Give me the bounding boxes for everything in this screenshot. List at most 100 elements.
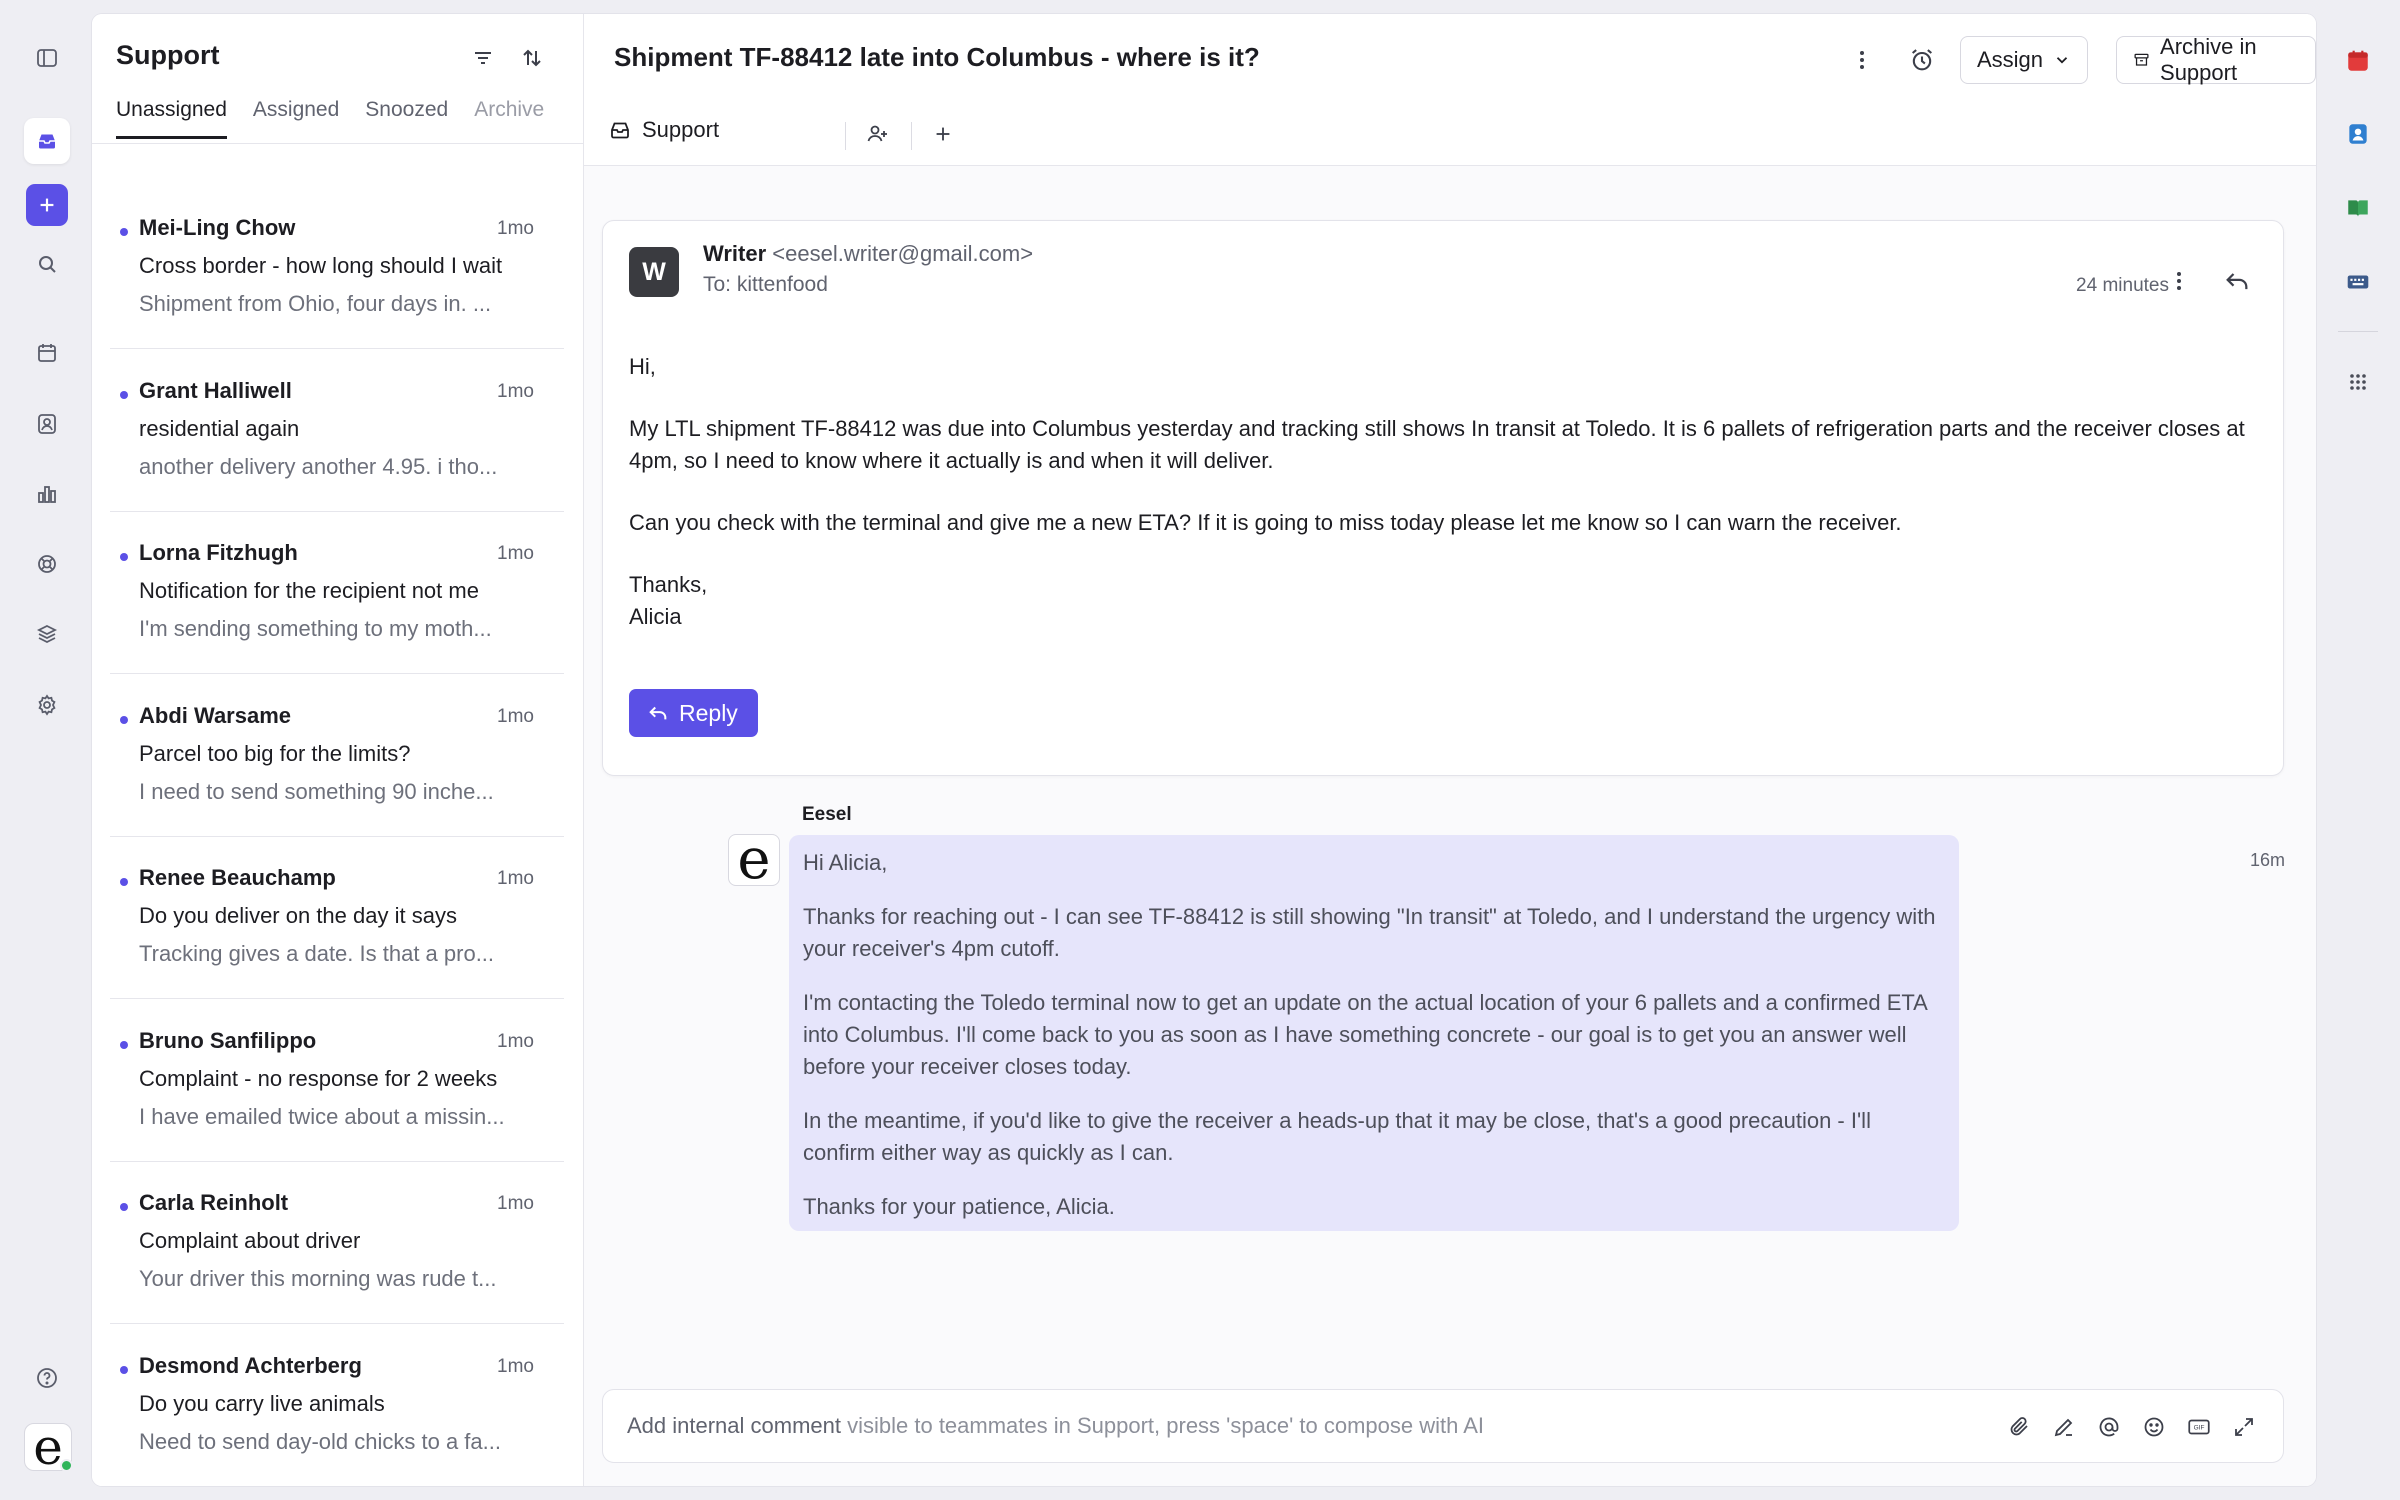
conversation-preview: Need to send day-old chicks to a fa...: [139, 1429, 501, 1454]
divider: [2338, 331, 2378, 332]
signature-pen-icon[interactable]: [2046, 1409, 2082, 1445]
conversation-name: Carla Reinholt: [139, 1190, 289, 1215]
sort-icon[interactable]: [514, 40, 550, 76]
sidebar-toggle-icon[interactable]: [24, 35, 70, 81]
tab-assigned[interactable]: Assigned: [253, 98, 339, 139]
email-paragraph: My LTL shipment TF-88412 was due into Co…: [629, 416, 2245, 473]
conversation-time: 1mo: [497, 218, 534, 239]
inbox-icon: [611, 122, 629, 139]
lifebuoy-icon[interactable]: [24, 541, 70, 587]
conversation-item[interactable]: Lorna Fitzhugh 1mo Notification for the …: [110, 512, 564, 674]
new-ticket-button[interactable]: [26, 184, 68, 226]
ai-reply-paragraph: I'm contacting the Toledo terminal now t…: [803, 990, 1927, 1079]
email-body: Hi, My LTL shipment TF-88412 was due int…: [629, 351, 2259, 633]
expand-icon[interactable]: [2226, 1409, 2262, 1445]
snooze-alarm-icon[interactable]: [1900, 38, 1944, 82]
book-app-icon[interactable]: [2338, 188, 2378, 228]
contact-icon[interactable]: [24, 401, 70, 447]
chart-icon[interactable]: [24, 471, 70, 517]
email-more-icon[interactable]: [2159, 261, 2199, 301]
calendar-icon[interactable]: [24, 330, 70, 376]
gif-icon[interactable]: GIF: [2181, 1409, 2217, 1445]
customer-email-card: W Writer <eesel.writer@gmail.com> To: ki…: [602, 220, 2284, 776]
online-status-dot: [60, 1459, 73, 1472]
inbox-chip-label: Support: [642, 117, 720, 142]
more-options-icon[interactable]: [1840, 38, 1884, 82]
sender-line: Writer <eesel.writer@gmail.com>: [703, 241, 1033, 267]
attachment-icon[interactable]: [2001, 1409, 2037, 1445]
workspace-logo[interactable]: e: [24, 1418, 73, 1476]
conversation-preview: Shipment from Ohio, four days in. ...: [139, 291, 492, 316]
conversation-item[interactable]: Renee Beauchamp 1mo Do you deliver on th…: [110, 837, 564, 999]
conversation-subject: Do you carry live animals: [139, 1391, 385, 1416]
ticket-detail-pane: Shipment TF-88412 late into Columbus - w…: [584, 14, 2316, 1486]
gear-icon[interactable]: [24, 682, 70, 728]
help-icon[interactable]: [24, 1355, 70, 1401]
conversation-time: 1mo: [497, 381, 534, 402]
conversation-time: 1mo: [497, 1356, 534, 1377]
composer-placeholder-lead: Add internal comment: [627, 1413, 841, 1438]
ai-author-name: Eesel: [802, 804, 852, 825]
keyboard-app-icon[interactable]: [2338, 262, 2378, 302]
unread-dot: [120, 1041, 128, 1049]
conversation-subject: Cross border - how long should I wait: [139, 253, 503, 278]
logo-letter: e: [33, 1418, 63, 1476]
internal-comment-composer[interactable]: Add internal comment visible to teammate…: [602, 1389, 2284, 1463]
filter-icon[interactable]: [465, 40, 501, 76]
layers-icon[interactable]: [24, 611, 70, 657]
conversation-item[interactable]: Desmond Achterberg 1mo Do you carry live…: [110, 1325, 564, 1486]
right-apps-rail: [2316, 0, 2400, 1500]
conversation-name: Renee Beauchamp: [139, 865, 336, 890]
divider: [845, 122, 846, 150]
conversation-time: 1mo: [497, 868, 534, 889]
conversation-name: Desmond Achterberg: [139, 1353, 362, 1378]
assign-dropdown[interactable]: Assign: [1960, 36, 2089, 84]
inbox-chip[interactable]: Support: [608, 117, 719, 143]
reply-button[interactable]: Reply: [629, 689, 758, 737]
conversation-preview: Your driver this morning was rude t...: [139, 1266, 497, 1291]
apps-grid-icon[interactable]: [2338, 362, 2378, 402]
tab-snoozed[interactable]: Snoozed: [365, 98, 448, 139]
conversation-name: Grant Halliwell: [139, 378, 292, 403]
tab-unassigned[interactable]: Unassigned: [116, 98, 227, 139]
reply-arrow-icon[interactable]: [2217, 261, 2257, 301]
composer-placeholder[interactable]: Add internal comment visible to teammate…: [627, 1413, 1484, 1439]
search-icon[interactable]: [24, 241, 70, 287]
assign-label: Assign: [1977, 47, 2044, 72]
ticket-title: Shipment TF-88412 late into Columbus - w…: [614, 42, 1260, 72]
conversation-subject: Parcel too big for the limits?: [139, 741, 411, 766]
ai-reply-bubble[interactable]: Hi Alicia, Thanks for reaching out - I c…: [789, 835, 1959, 1231]
archive-icon: [2134, 53, 2149, 66]
unread-dot: [120, 391, 128, 399]
email-signoff: Thanks,: [629, 572, 708, 597]
emoji-icon[interactable]: [2136, 1409, 2172, 1445]
sender-name: Writer: [703, 241, 767, 266]
conversation-item[interactable]: Abdi Warsame 1mo Parcel too big for the …: [110, 675, 564, 837]
conversation-item[interactable]: Grant Halliwell 1mo residential again an…: [110, 350, 564, 512]
conversation-preview: another delivery another 4.95. i tho...: [139, 454, 498, 479]
email-signature: Alicia: [629, 604, 682, 629]
contacts-app-icon[interactable]: [2338, 114, 2378, 154]
mention-icon[interactable]: [2091, 1409, 2127, 1445]
conversation-item[interactable]: Mei-Ling Chow 1mo Cross border - how lon…: [110, 187, 564, 349]
conversation-time: 1mo: [497, 706, 534, 727]
calendar-app-icon[interactable]: [2338, 41, 2378, 81]
plus-icon: [40, 198, 54, 212]
inbox-tabs: Unassigned Assigned Snoozed Archive: [116, 98, 564, 139]
conversation-item[interactable]: Bruno Sanfilippo 1mo Complaint - no resp…: [110, 1000, 564, 1162]
ai-reply-paragraph: Thanks for reaching out - I can see TF-8…: [803, 904, 1936, 961]
add-tag-plus-icon[interactable]: [925, 116, 961, 152]
archive-button[interactable]: Archive in Support: [2116, 34, 2316, 85]
sender-email: <eesel.writer@gmail.com>: [772, 241, 1034, 266]
conversation-subject: Complaint - no response for 2 weeks: [139, 1066, 498, 1091]
tab-archive[interactable]: Archive: [474, 98, 544, 139]
conversation-preview: Tracking gives a date. Is that a pro...: [139, 941, 495, 966]
inbox-icon[interactable]: [24, 118, 70, 164]
divider: [911, 122, 912, 150]
conversation-item[interactable]: Carla Reinholt 1mo Complaint about drive…: [110, 1162, 564, 1324]
inbox-title: Support: [116, 40, 220, 70]
conversation-time: 1mo: [497, 543, 534, 564]
email-timestamp: 24 minutes: [2076, 275, 2169, 296]
add-user-icon[interactable]: [859, 116, 895, 152]
conversation-list-pane: Support Unassigned Assigned Snoozed Arch…: [92, 14, 584, 1486]
